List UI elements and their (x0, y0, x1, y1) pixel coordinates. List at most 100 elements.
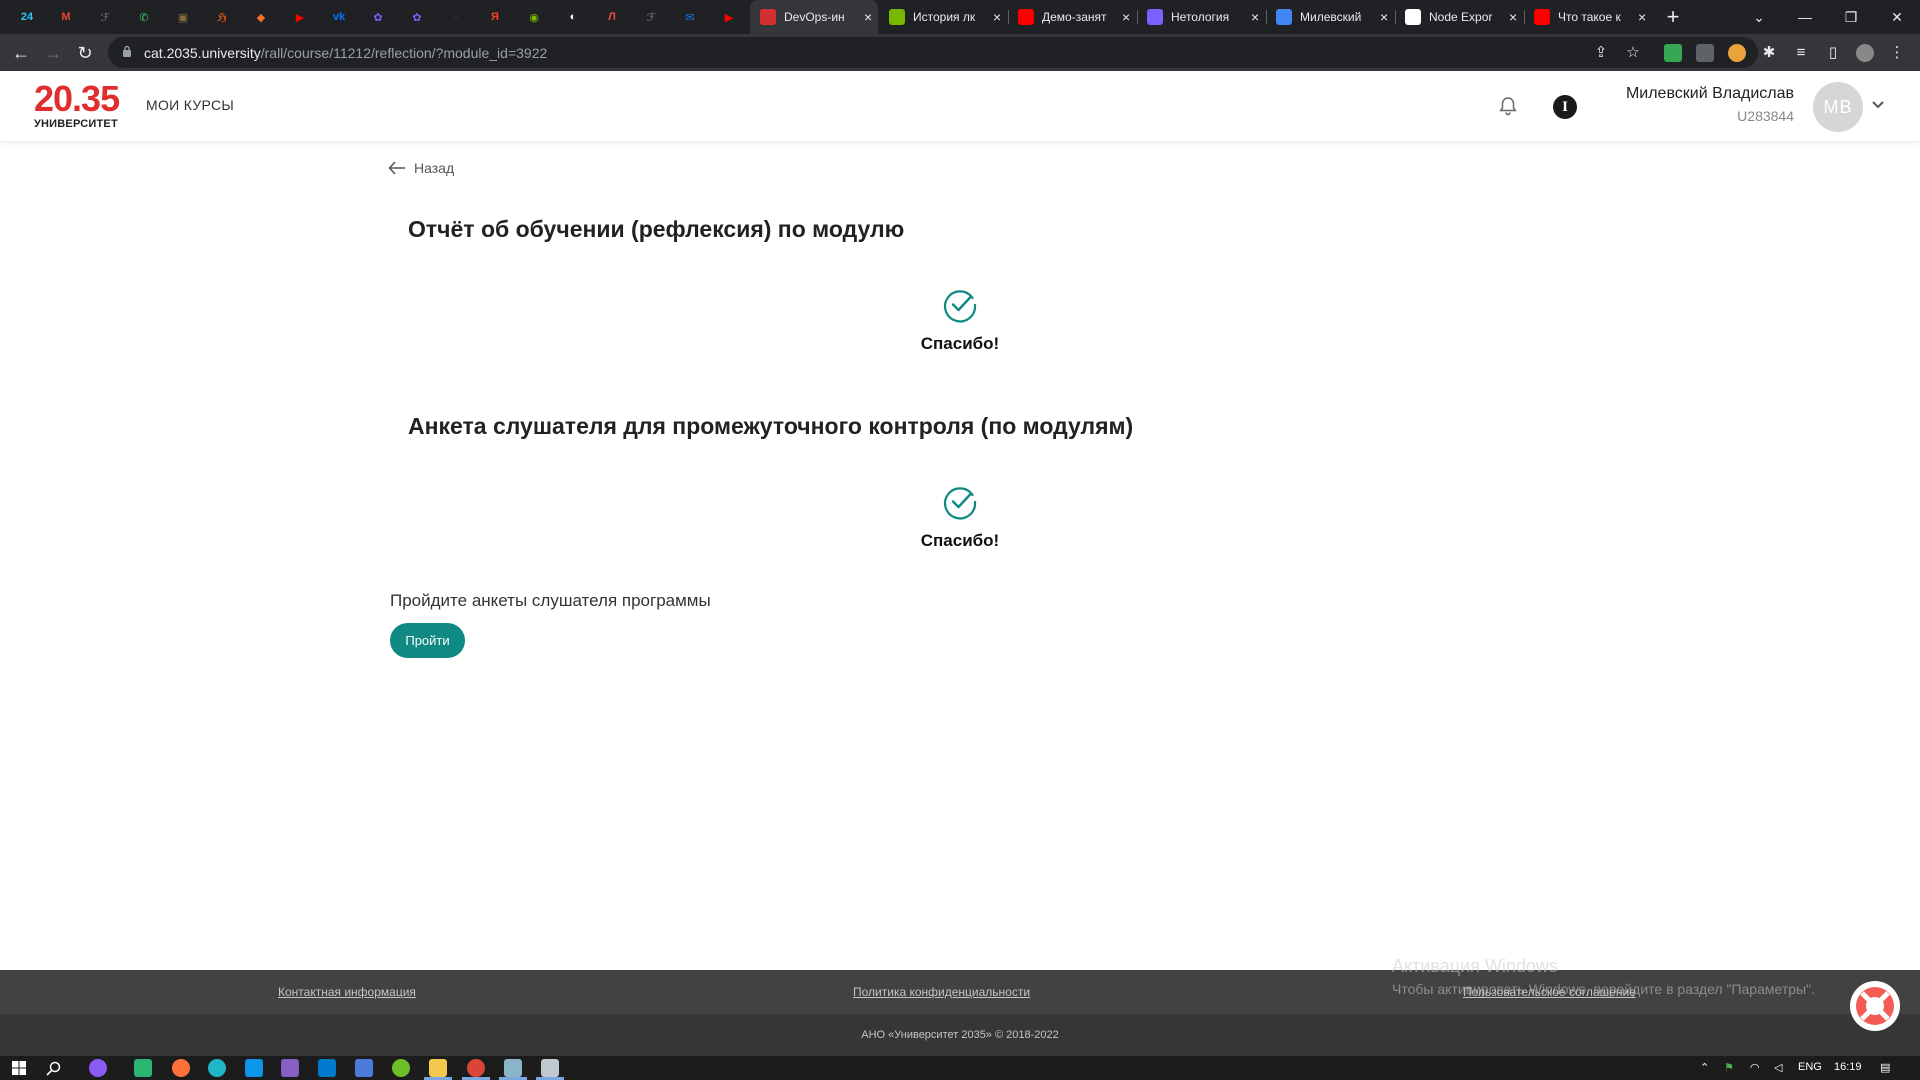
university-logo[interactable]: 20.35 УНИВЕРСИТЕТ (34, 78, 120, 131)
avatar[interactable]: МВ (1813, 82, 1863, 132)
close-tab-icon[interactable]: × (1251, 9, 1259, 25)
restore-icon[interactable]: ❐ (1828, 0, 1874, 34)
back-label: Назад (414, 160, 455, 176)
windows-start-icon[interactable] (12, 1061, 26, 1075)
new-tab-button[interactable]: + (1660, 4, 1686, 30)
browser-tab[interactable]: Милевский × (1266, 0, 1394, 34)
reload-icon[interactable]: ↻ (72, 40, 98, 66)
browser-tab[interactable]: Нетология × (1137, 0, 1265, 34)
youtube-icon[interactable]: ▶ (290, 7, 310, 27)
app-icon[interactable] (245, 1059, 263, 1077)
save-app-icon[interactable] (355, 1059, 373, 1077)
profile-avatar-icon[interactable] (1856, 44, 1874, 62)
close-tab-icon[interactable]: × (1122, 9, 1130, 25)
browser-tab[interactable]: DevOps-ин × (750, 0, 878, 34)
whatsapp-icon[interactable]: ✆ (134, 7, 154, 27)
input-language[interactable]: ENG (1798, 1061, 1822, 1073)
tab-separator (1524, 10, 1525, 24)
vk-icon[interactable]: vk (329, 7, 349, 27)
bookmark-star-icon[interactable]: ☆ (1624, 44, 1642, 62)
volume-icon[interactable]: ◁ (1774, 1061, 1782, 1074)
netology-icon (1147, 9, 1163, 25)
reading-list-icon[interactable]: ≡ (1792, 44, 1810, 62)
globe-icon[interactable]: ◐ (563, 7, 583, 27)
habr-icon[interactable]: ℌ (212, 7, 232, 27)
chevron-down-icon[interactable] (1870, 96, 1886, 112)
info-icon[interactable]: I (1553, 95, 1577, 119)
edge-icon[interactable] (208, 1059, 226, 1077)
yandex-practicum-icon[interactable]: ℱ (95, 7, 115, 27)
close-tab-icon[interactable]: × (864, 9, 872, 25)
notes-app-icon[interactable] (504, 1059, 522, 1077)
netology-icon[interactable]: ✿ (368, 7, 388, 27)
mail-icon[interactable]: ✉ (680, 7, 700, 27)
bell-icon[interactable] (1497, 95, 1519, 117)
google-drive-icon[interactable] (1664, 44, 1682, 62)
browser-tab[interactable]: Node Expor × (1395, 0, 1523, 34)
visual-studio-icon[interactable] (281, 1059, 299, 1077)
browser-tab[interactable]: Что такое к × (1524, 0, 1652, 34)
extensions-puzzle-icon[interactable]: ✱ (1760, 44, 1778, 62)
url-path: /rall/course/11212/reflection/?module_id… (260, 45, 548, 61)
tab-title: Нетология (1171, 10, 1230, 24)
google-icon (1405, 9, 1421, 25)
close-tab-icon[interactable]: × (993, 9, 1001, 25)
app-icon[interactable] (392, 1059, 410, 1077)
share-icon[interactable]: ⇪ (1592, 44, 1610, 62)
yandex-practicum-icon[interactable]: ℱ (641, 7, 661, 27)
extension-icon[interactable] (1696, 44, 1714, 62)
gitlab-icon[interactable]: ◆ (251, 7, 271, 27)
image-app-icon[interactable]: ▣ (173, 7, 193, 27)
side-panel-icon[interactable]: ▯ (1824, 44, 1842, 62)
nvidia-icon[interactable]: ◉ (524, 7, 544, 27)
vscode-icon[interactable] (318, 1059, 336, 1077)
flag-icon[interactable]: ⚑ (1724, 1061, 1734, 1074)
site-header: 20.35 УНИВЕРСИТЕТ МОИ КУРСЫ I Милевский … (0, 71, 1920, 141)
questionnaire-title: Анкета слушателя для промежуточного конт… (408, 413, 1134, 439)
wifi-icon[interactable]: ◠ (1750, 1061, 1760, 1074)
yandex-icon[interactable]: Я (485, 7, 505, 27)
close-tab-icon[interactable]: × (1638, 9, 1646, 25)
minimize-icon[interactable]: — (1782, 0, 1828, 34)
app-icon[interactable] (541, 1059, 559, 1077)
tray-chevron-icon[interactable]: ⌃ (1700, 1061, 1709, 1074)
windows-activation-text: Чтобы активировать Windows, перейдите в … (1392, 981, 1815, 997)
take-survey-button[interactable]: Пройти (390, 623, 465, 658)
gmail-icon[interactable]: M (56, 7, 76, 27)
search-icon[interactable] (46, 1061, 61, 1076)
close-tab-icon[interactable]: × (1380, 9, 1388, 25)
netology-icon[interactable]: ✿ (407, 7, 427, 27)
file-explorer-icon[interactable] (429, 1059, 447, 1077)
alice-icon[interactable] (89, 1059, 107, 1077)
browser-menu-icon[interactable]: ⋮ (1888, 44, 1906, 62)
nav-my-courses[interactable]: МОИ КУРСЫ (146, 97, 234, 113)
youtube-icon[interactable]: ▶ (719, 7, 739, 27)
logo-text: УНИВЕРСИТЕТ (34, 118, 118, 130)
chrome-icon[interactable] (467, 1059, 485, 1077)
help-lifebuoy-icon[interactable] (1850, 981, 1900, 1031)
forward-arrow-icon[interactable]: → (40, 40, 66, 66)
bitrix24-icon[interactable]: 24 (17, 7, 37, 27)
tab-search-icon[interactable]: ⌄ (1736, 0, 1782, 34)
browser-tab[interactable]: История лк × (879, 0, 1007, 34)
firefox-icon[interactable] (172, 1059, 190, 1077)
github-icon[interactable]: ● (446, 7, 466, 27)
browser-tab[interactable]: Демо-занят × (1008, 0, 1136, 34)
notifications-icon[interactable]: ▤ (1880, 1061, 1890, 1074)
questionnaire-prompt: Пройдите анкеты слушателя программы (390, 591, 711, 610)
back-arrow-icon[interactable]: ← (8, 40, 34, 66)
user-id: U283844 (1737, 108, 1794, 124)
clock[interactable]: 16:19 (1834, 1061, 1862, 1073)
contacts-link[interactable]: Контактная информация (278, 985, 416, 999)
close-tab-icon[interactable]: × (1509, 9, 1517, 25)
git-client-icon[interactable] (134, 1059, 152, 1077)
youtube-icon (1018, 9, 1034, 25)
logo-number: 20.35 (34, 78, 120, 119)
back-link[interactable]: Назад (388, 160, 454, 176)
address-bar[interactable]: cat.2035.university/rall/course/11212/re… (108, 37, 1758, 68)
cookie-icon[interactable] (1728, 44, 1746, 62)
privacy-policy-link[interactable]: Политика конфиденциальности (853, 985, 1030, 999)
reflection-status: Спасибо! (920, 334, 1000, 353)
lms-icon[interactable]: Л (602, 7, 622, 27)
close-window-icon[interactable]: ✕ (1874, 0, 1920, 34)
